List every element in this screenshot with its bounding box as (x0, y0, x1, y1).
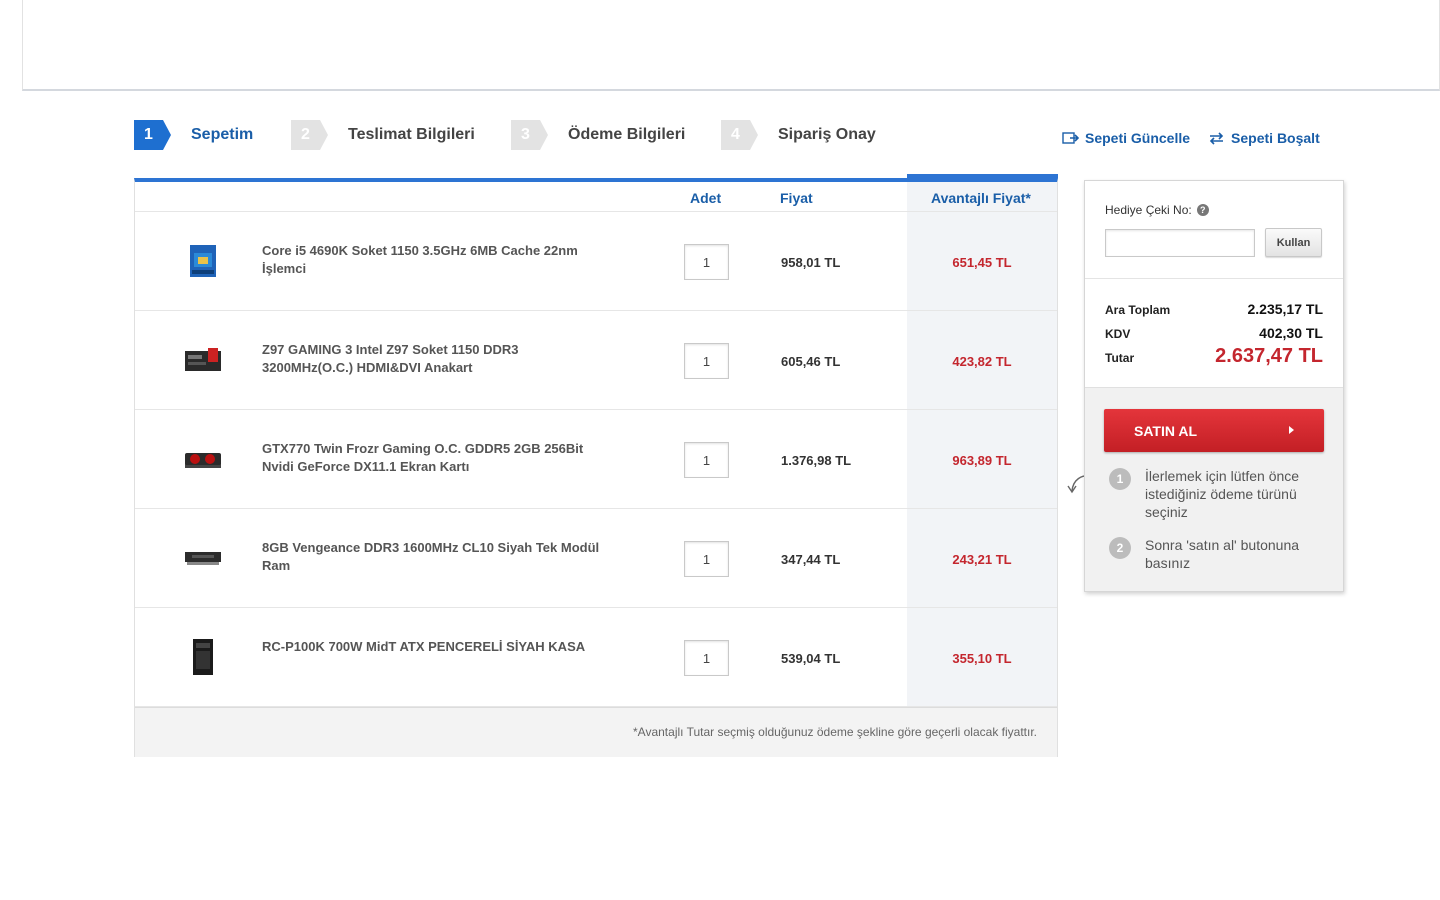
total-value: 2.637,47 TL (1215, 345, 1323, 367)
step-number: 4 (721, 120, 758, 150)
step-cart[interactable]: 1 Sepetim (134, 120, 253, 150)
tax-value: 402,30 TL (1259, 325, 1323, 341)
quantity-input[interactable] (684, 541, 729, 577)
table-row: RC-P100K 700W MidT ATX PENCERELİ SİYAH K… (135, 608, 1057, 707)
step-label: Sepetim (191, 126, 254, 143)
buy-button-label: SATIN AL (1134, 422, 1197, 439)
tip-text: Sonra 'satın al' butonuna basınız (1145, 537, 1300, 571)
divider (1085, 278, 1343, 279)
empty-cart-label: Sepeti Boşalt (1231, 130, 1320, 146)
cart-actions: Sepeti Güncelle Sepeti Boşalt (1062, 130, 1320, 146)
total-label: Tutar (1105, 351, 1135, 365)
product-name[interactable]: RC-P100K 700W MidT ATX PENCERELİ SİYAH K… (262, 638, 602, 656)
product-price: 605,46 TL (781, 354, 841, 369)
product-adv-price: 963,89 TL (952, 453, 1012, 468)
product-name[interactable]: Z97 GAMING 3 Intel Z97 Soket 1150 DDR3 3… (262, 341, 602, 377)
quantity-input[interactable] (684, 640, 729, 676)
product-price: 539,04 TL (781, 651, 841, 666)
header-adv-price: Avantajlı Fiyat* (931, 190, 1031, 206)
product-adv-price: 355,10 TL (952, 651, 1012, 666)
table-header: Adet Fiyat Avantajlı Fiyat* (135, 182, 1057, 212)
table-row: Core i5 4690K Soket 1150 3.5GHz 6MB Cach… (135, 212, 1057, 311)
step-payment[interactable]: 3 Ödeme Bilgileri (511, 120, 685, 150)
step-number: 3 (511, 120, 548, 150)
tip-number: 1 (1109, 468, 1131, 490)
tip-item: 2 Sonra 'satın al' butonuna basınız (1109, 536, 1319, 572)
subtotal-value: 2.235,17 TL (1247, 301, 1324, 317)
tax-label: KDV (1105, 327, 1131, 341)
product-price: 1.376,98 TL (781, 453, 852, 468)
header-area (22, 0, 1440, 91)
update-cart-link[interactable]: Sepeti Güncelle (1062, 130, 1190, 146)
buy-button[interactable]: SATIN AL (1104, 409, 1324, 452)
motherboard-icon[interactable] (180, 341, 225, 379)
update-cart-label: Sepeti Güncelle (1085, 130, 1191, 146)
refresh-cart-icon (1062, 132, 1079, 144)
product-adv-price: 651,45 TL (952, 255, 1012, 270)
table-row: GTX770 Twin Frozr Gaming O.C. GDDR5 2GB … (135, 410, 1057, 509)
quantity-input[interactable] (684, 442, 729, 478)
product-adv-price: 423,82 TL (952, 354, 1012, 369)
table-row: 8GB Vengeance DDR3 1600MHz CL10 Siyah Te… (135, 509, 1057, 608)
product-name[interactable]: 8GB Vengeance DDR3 1600MHz CL10 Siyah Te… (262, 539, 602, 575)
subtotal-label: Ara Toplam (1105, 303, 1171, 317)
empty-cart-icon (1209, 132, 1224, 145)
quantity-input[interactable] (684, 244, 729, 280)
ram-icon[interactable] (180, 539, 225, 577)
cpu-box-icon[interactable] (180, 242, 225, 280)
footnote: *Avantajlı Tutar seçmiş olduğunuz ödeme … (135, 707, 1057, 757)
graphics-card-icon[interactable] (180, 440, 225, 478)
total-row: Tutar 2.637,47 TL (1105, 345, 1323, 368)
gift-code-input[interactable] (1105, 229, 1255, 257)
buy-area: SATIN AL 1 İlerlemek için lütfen önce is… (1085, 387, 1343, 591)
step-delivery[interactable]: 2 Teslimat Bilgileri (291, 120, 475, 150)
subtotal-row: Ara Toplam 2.235,17 TL (1105, 301, 1323, 317)
tip-text: İlerlemek için lütfen önce istediğiniz ö… (1145, 468, 1300, 520)
tip-number: 2 (1109, 537, 1131, 559)
gift-code-label-row: Hediye Çeki No: ? (1105, 203, 1209, 217)
step-label: Teslimat Bilgileri (348, 126, 475, 143)
order-summary: Hediye Çeki No: ? Kullan Ara Toplam 2.23… (1084, 180, 1344, 592)
product-name[interactable]: Core i5 4690K Soket 1150 3.5GHz 6MB Cach… (262, 242, 602, 278)
pc-case-icon[interactable] (180, 638, 225, 676)
help-icon[interactable]: ? (1196, 204, 1209, 216)
cart-table: Adet Fiyat Avantajlı Fiyat* Core i5 4690… (134, 174, 1058, 757)
tax-row: KDV 402,30 TL (1105, 325, 1323, 341)
table-row: Z97 GAMING 3 Intel Z97 Soket 1150 DDR3 3… (135, 311, 1057, 410)
step-confirm[interactable]: 4 Sipariş Onay (721, 120, 876, 150)
step-number: 1 (134, 120, 171, 150)
step-label: Ödeme Bilgileri (568, 126, 686, 143)
step-number: 2 (291, 120, 328, 150)
empty-cart-link[interactable]: Sepeti Boşalt (1208, 130, 1320, 146)
quantity-input[interactable] (684, 343, 729, 379)
adv-column-accent (907, 174, 1058, 178)
gift-code-label: Hediye Çeki No: (1105, 203, 1192, 217)
step-label: Sipariş Onay (778, 126, 876, 143)
product-price: 347,44 TL (781, 552, 841, 567)
use-gift-button[interactable]: Kullan (1265, 228, 1322, 257)
product-name[interactable]: GTX770 Twin Frozr Gaming O.C. GDDR5 2GB … (262, 440, 602, 476)
header-price: Fiyat (780, 190, 813, 206)
header-qty: Adet (690, 190, 722, 206)
tip-item: 1 İlerlemek için lütfen önce istediğiniz… (1109, 467, 1319, 521)
product-adv-price: 243,21 TL (952, 552, 1012, 567)
product-price: 958,01 TL (781, 255, 841, 270)
play-arrow-icon (1289, 426, 1294, 434)
